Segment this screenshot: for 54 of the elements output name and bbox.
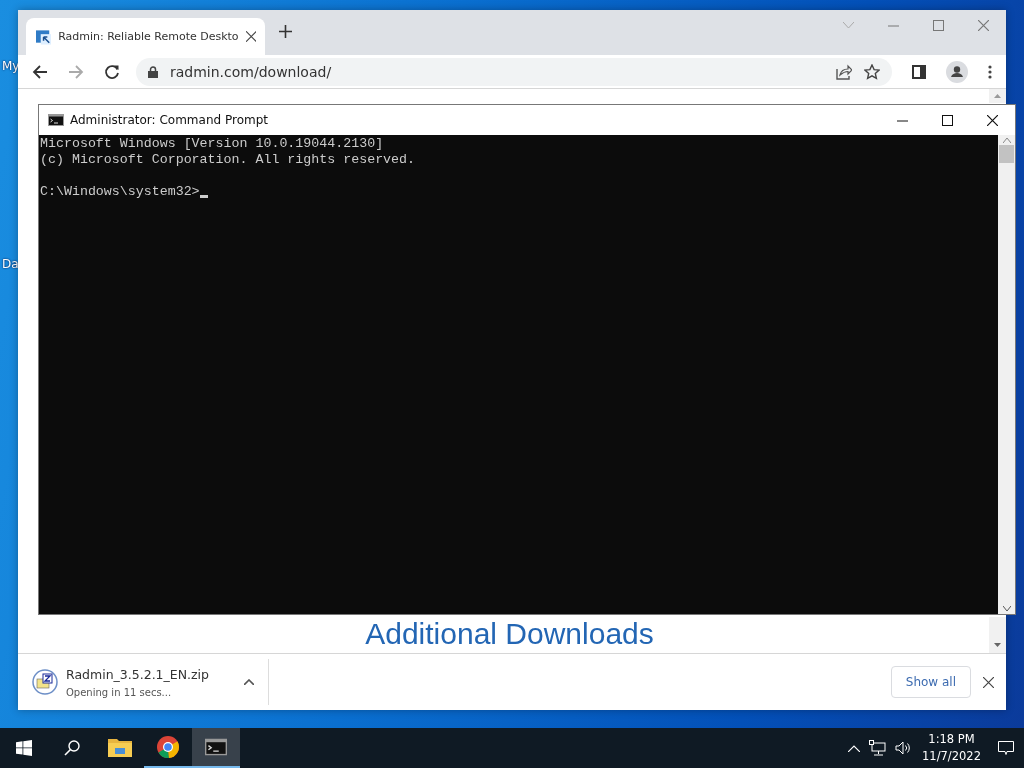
download-filename: Radmin_3.5.2.1_EN.zip — [66, 666, 210, 682]
text-cursor — [199, 195, 208, 198]
speaker-icon[interactable] — [895, 741, 912, 755]
new-tab-icon[interactable] — [279, 25, 292, 38]
scroll-thumb[interactable] — [999, 145, 1014, 163]
scroll-down-icon — [994, 643, 1001, 647]
desktop-icon-label[interactable]: My — [2, 59, 20, 73]
reload-icon[interactable] — [104, 63, 120, 80]
bookmark-star-icon[interactable] — [864, 63, 880, 80]
taskbar-button[interactable] — [192, 728, 240, 768]
menu-icon[interactable] — [988, 64, 992, 79]
scrollbar[interactable] — [998, 135, 1015, 614]
scroll-up-icon — [994, 94, 1001, 98]
console-app-icon — [48, 114, 64, 126]
clock-time: 1:18 PM — [928, 731, 975, 748]
windows-logo-icon — [16, 740, 32, 756]
notification-icon[interactable] — [998, 740, 1014, 756]
close-download-bar-icon[interactable] — [983, 676, 994, 688]
console-screen[interactable]: Microsoft Windows [Version 10.0.19044.2130] (c) Microsoft Corporation. All rights reserved. C:\Windows\system32> — [39, 135, 1015, 614]
close-icon[interactable] — [987, 114, 998, 126]
zip-file-icon — [32, 669, 58, 695]
console-output-line: (c) Microsoft Corporation. All rights reserved. — [40, 152, 417, 168]
network-icon[interactable] — [869, 740, 887, 756]
lock-icon — [148, 65, 158, 78]
console-icon — [205, 738, 227, 756]
caret-up-icon[interactable] — [244, 679, 254, 685]
download-item[interactable]: Radmin_3.5.2.1_EN.zip Opening in 11 secs... — [32, 659, 269, 705]
tab-title: Radmin: Reliable Remote Deskto — [58, 30, 239, 43]
back-icon[interactable] — [32, 63, 48, 80]
clock[interactable]: 1:18 PM 11/7/2022 — [922, 731, 981, 765]
profile-icon[interactable] — [946, 60, 968, 83]
maximize-icon[interactable] — [942, 114, 953, 126]
search-icon — [64, 740, 80, 756]
browser-tab[interactable]: Radmin: Reliable Remote Deskto — [26, 18, 265, 55]
console-output-line: Microsoft Windows [Version 10.0.19044.2130] — [40, 136, 385, 152]
chevron-up-icon[interactable] — [848, 744, 861, 752]
tab-close-icon[interactable] — [245, 31, 256, 42]
download-status: Opening in 11 secs... — [66, 686, 173, 698]
url-text: radmin.com/download/ — [170, 63, 333, 80]
side-panel-icon[interactable] — [912, 64, 926, 79]
browser-icon — [156, 735, 180, 759]
desktop-icon-label[interactable]: Da — [2, 257, 19, 271]
window-title: Administrator: Command Prompt — [70, 113, 269, 127]
app-favicon-icon — [36, 28, 52, 45]
page-heading: Additional Downloads — [364, 617, 654, 651]
folder-icon — [108, 737, 132, 757]
scroll-down-icon[interactable] — [1002, 606, 1011, 611]
console-prompt: C:\Windows\system32> — [40, 184, 200, 200]
address-bar[interactable]: radmin.com/download/ — [136, 57, 892, 86]
clock-date: 11/7/2022 — [922, 748, 981, 765]
share-icon[interactable] — [836, 63, 852, 80]
scroll-down-button[interactable] — [989, 617, 1006, 653]
show-all-button[interactable]: Show all — [890, 666, 971, 698]
scroll-up-icon[interactable] — [1002, 138, 1011, 143]
